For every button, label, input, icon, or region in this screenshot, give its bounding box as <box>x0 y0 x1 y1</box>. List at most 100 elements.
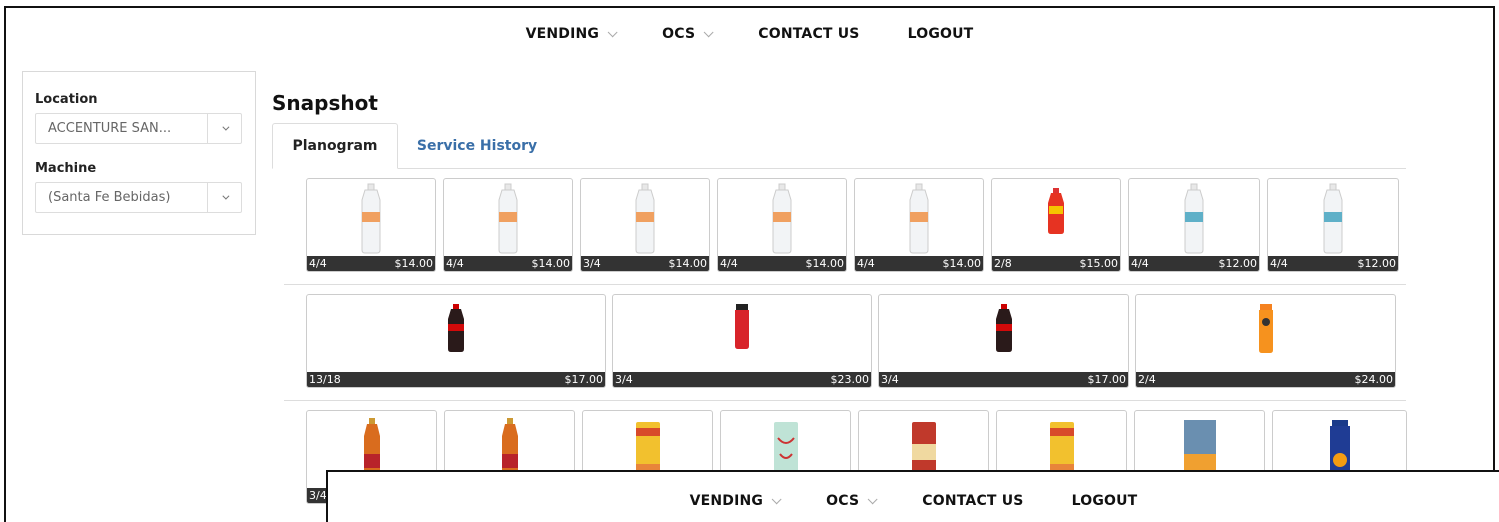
planogram-slot[interactable]: 4/4 $14.00 <box>717 178 847 272</box>
cola-bottle-icon <box>879 295 1128 373</box>
slot-count: 4/4 <box>1270 257 1288 270</box>
nav-contact-us[interactable]: CONTACT US <box>758 26 859 42</box>
slot-info-bar: 4/4 $14.00 <box>444 256 572 271</box>
planogram-slot[interactable]: 4/4 $14.00 <box>854 178 984 272</box>
location-dropdown-button[interactable] <box>207 114 241 143</box>
slot-price: $14.00 <box>942 257 982 270</box>
nav-ocs-label: OCS <box>826 493 860 509</box>
slot-price: $14.00 <box>531 257 571 270</box>
nav-contact-label: CONTACT US <box>922 493 1024 509</box>
water-bottle-orange-label-icon <box>444 179 572 257</box>
water-bottle-orange-label-icon <box>581 179 709 257</box>
nav-ocs[interactable]: OCS <box>662 26 714 42</box>
slot-count: 3/4 <box>309 489 327 502</box>
top-navigation-front: VENDING OCS CONTACT US LOGOUT <box>328 472 1499 522</box>
chevron-down-icon <box>607 26 618 37</box>
slot-count: 2/8 <box>994 257 1012 270</box>
shelf-divider <box>284 400 1406 401</box>
filter-panel: Location ACCENTURE SAN... Machine (Santa… <box>22 71 256 235</box>
slot-price: $14.00 <box>805 257 845 270</box>
slot-price: $23.00 <box>830 373 870 386</box>
location-select[interactable]: ACCENTURE SAN... <box>35 113 242 144</box>
slot-price: $12.00 <box>1218 257 1258 270</box>
planogram-slot[interactable]: 3/4 $23.00 <box>612 294 872 388</box>
nav-vending-front[interactable]: VENDING <box>689 493 782 509</box>
chevron-down-icon <box>222 123 230 131</box>
slot-price: $24.00 <box>1354 373 1394 386</box>
slot-info-bar: 4/4 $12.00 <box>1129 256 1259 271</box>
slot-info-bar: 13/18 $17.00 <box>307 372 605 387</box>
nav-contact-label: CONTACT US <box>758 26 860 42</box>
nav-logout-label: LOGOUT <box>907 26 974 42</box>
slot-info-bar: 4/4 $14.00 <box>855 256 983 271</box>
slot-count: 4/4 <box>720 257 738 270</box>
water-bottle-orange-label-icon <box>718 179 846 257</box>
slot-info-bar: 4/4 $12.00 <box>1268 256 1398 271</box>
page-title: Snapshot <box>272 91 378 115</box>
nav-logout-label: LOGOUT <box>1071 493 1138 509</box>
chevron-down-icon <box>771 493 782 504</box>
slot-price: $17.00 <box>1087 373 1127 386</box>
slot-info-bar: 3/4 $17.00 <box>879 372 1128 387</box>
nav-vending-label: VENDING <box>689 493 764 509</box>
slot-count: 4/4 <box>309 257 327 270</box>
machine-value: (Santa Fe Bebidas) <box>48 190 171 205</box>
red-sports-drink-icon <box>613 295 871 373</box>
water-bottle-orange-label-icon <box>307 179 435 257</box>
planogram-slot[interactable]: 2/8 $15.00 <box>991 178 1121 272</box>
water-bottle-blue-label-icon <box>1268 179 1398 257</box>
tab-planogram[interactable]: Planogram <box>272 123 398 169</box>
nav-vending[interactable]: VENDING <box>525 26 618 42</box>
machine-label: Machine <box>35 161 97 176</box>
slot-info-bar: 3/4 $14.00 <box>581 256 709 271</box>
water-bottle-blue-label-icon <box>1129 179 1259 257</box>
slot-count: 4/4 <box>446 257 464 270</box>
tab-service-history[interactable]: Service History <box>402 123 552 169</box>
nav-contact-us-front[interactable]: CONTACT US <box>922 493 1023 509</box>
planogram-slot[interactable]: 4/4 $14.00 <box>443 178 573 272</box>
top-navigation: VENDING OCS CONTACT US LOGOUT <box>6 8 1493 60</box>
tab-bar: Planogram Service History <box>272 123 1406 169</box>
nav-logout-front[interactable]: LOGOUT <box>1072 493 1138 509</box>
machine-select[interactable]: (Santa Fe Bebidas) <box>35 182 242 213</box>
browser-window-front: VENDING OCS CONTACT US LOGOUT <box>326 470 1499 522</box>
nav-vending-label: VENDING <box>525 26 600 42</box>
orange-sports-drink-icon <box>1136 295 1395 373</box>
slot-info-bar: 2/4 $24.00 <box>1136 372 1395 387</box>
planogram-slot[interactable]: 4/4 $12.00 <box>1128 178 1260 272</box>
red-soda-bottle-icon <box>992 179 1120 257</box>
nav-ocs-label: OCS <box>662 26 696 42</box>
chevron-down-icon <box>867 493 878 504</box>
slot-count: 4/4 <box>857 257 875 270</box>
planogram-slot[interactable]: 3/4 $14.00 <box>580 178 710 272</box>
slot-count: 3/4 <box>615 373 633 386</box>
slot-price: $15.00 <box>1079 257 1119 270</box>
slot-price: $14.00 <box>668 257 708 270</box>
location-label: Location <box>35 92 98 107</box>
slot-count: 13/18 <box>309 373 341 386</box>
chevron-down-icon <box>222 192 230 200</box>
nav-ocs-front[interactable]: OCS <box>826 493 878 509</box>
water-bottle-orange-label-icon <box>855 179 983 257</box>
planogram-slot[interactable]: 2/4 $24.00 <box>1135 294 1396 388</box>
slot-info-bar: 4/4 $14.00 <box>307 256 435 271</box>
slot-info-bar: 3/4 $23.00 <box>613 372 871 387</box>
planogram-slot[interactable]: 13/18 $17.00 <box>306 294 606 388</box>
slot-info-bar: 2/8 $15.00 <box>992 256 1120 271</box>
location-value: ACCENTURE SAN... <box>48 121 172 136</box>
browser-window-back: VENDING OCS CONTACT US LOGOUT Location A… <box>4 6 1495 522</box>
slot-price: $12.00 <box>1357 257 1397 270</box>
planogram-slot[interactable]: 4/4 $12.00 <box>1267 178 1399 272</box>
planogram-slot[interactable]: 3/4 $17.00 <box>878 294 1129 388</box>
slot-price: $14.00 <box>394 257 434 270</box>
slot-count: 2/4 <box>1138 373 1156 386</box>
slot-count: 3/4 <box>881 373 899 386</box>
planogram-slot[interactable]: 4/4 $14.00 <box>306 178 436 272</box>
slot-price: $17.00 <box>564 373 604 386</box>
cola-bottle-icon <box>307 295 605 373</box>
nav-logout[interactable]: LOGOUT <box>908 26 974 42</box>
chevron-down-icon <box>703 26 714 37</box>
shelf-divider <box>284 284 1406 285</box>
slot-count: 3/4 <box>583 257 601 270</box>
machine-dropdown-button[interactable] <box>207 183 241 212</box>
